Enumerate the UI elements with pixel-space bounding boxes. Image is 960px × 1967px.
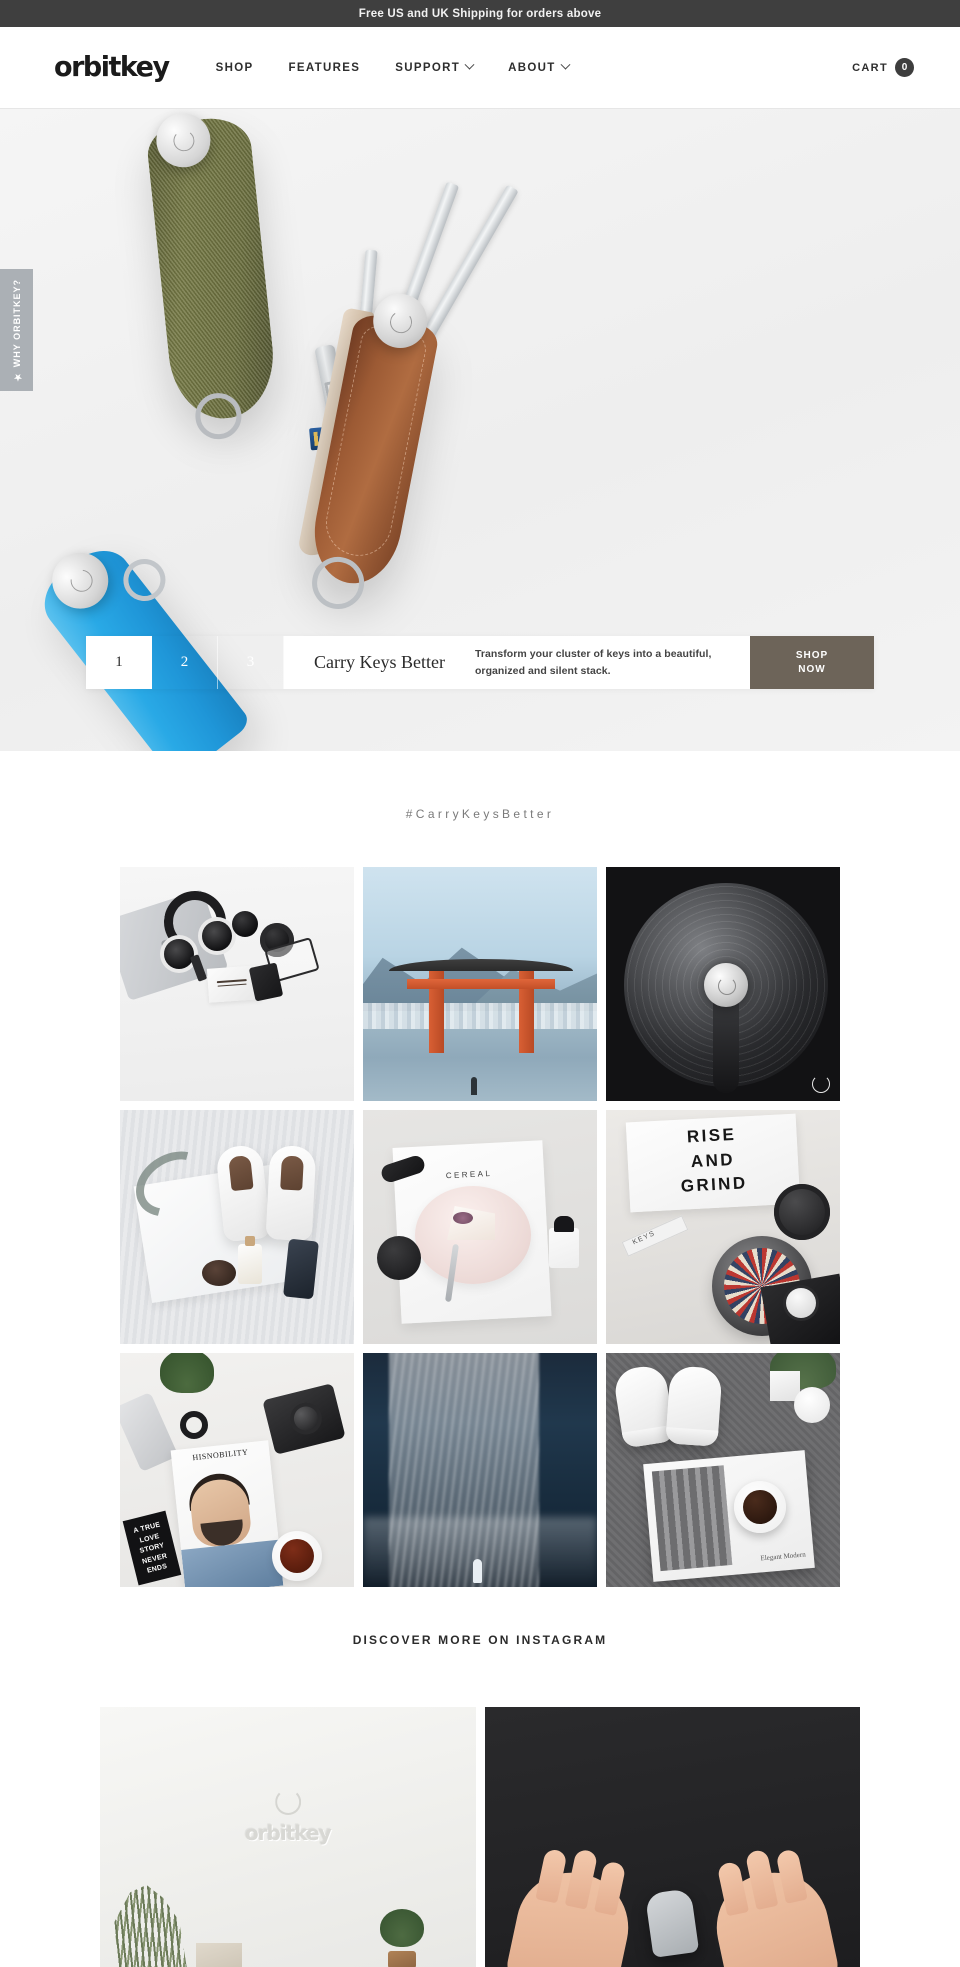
why-orbitkey-tab[interactable]: ★ WHY ORBITKEY? <box>0 269 33 391</box>
orbitkey-mark-icon <box>274 1789 301 1815</box>
nav-item-support[interactable]: SUPPORT <box>395 59 475 74</box>
product-in-hands <box>645 1888 700 1958</box>
photo-mens-magazine-flatlay: HISNOBILITY A TRUE LOVE STORY NEVER ENDS <box>120 1353 354 1587</box>
photo-torii-gate <box>363 867 597 1101</box>
magazine-masthead: HISNOBILITY <box>192 1447 249 1463</box>
hero-slider: ★ WHY ORBITKEY? 1 2 3 Carry Keys Better … <box>0 109 960 751</box>
bottom-feature-section: orbitkey <box>100 1707 860 1967</box>
announcement-bar: Free US and UK Shipping for orders above <box>0 0 960 27</box>
slider-pagination: 1 2 3 <box>86 636 284 689</box>
plant-grass <box>114 1885 188 1967</box>
bottom-panel-hands[interactable] <box>484 1707 860 1967</box>
nav-label-shop: SHOP <box>215 61 254 74</box>
plant-bonsai <box>376 1909 428 1967</box>
announcement-text: Free US and UK Shipping for orders above <box>358 7 602 20</box>
nav-item-features[interactable]: FEATURES <box>289 62 361 74</box>
nav-label-about: ABOUT <box>508 61 556 74</box>
shop-now-line-1: SHOP <box>795 650 829 661</box>
chevron-down-icon <box>560 59 571 70</box>
slide-number-1[interactable]: 1 <box>86 636 152 689</box>
wall-wordmark: orbitkey <box>244 1821 332 1845</box>
photo-waterfall <box>363 1353 597 1587</box>
wall-orbitkey-logo: orbitkey <box>244 1789 332 1845</box>
nav-label-features: FEATURES <box>288 61 361 74</box>
photo-cereal-magazine-cake: CEREAL <box>363 1110 597 1344</box>
bottom-panel-studio[interactable]: orbitkey <box>100 1707 476 1967</box>
instagram-post[interactable] <box>363 867 597 1101</box>
site-header: orbitkey SHOP FEATURES SUPPORT ABOUT CAR… <box>0 27 960 109</box>
chevron-down-icon <box>464 59 475 70</box>
slide-number-2[interactable]: 2 <box>152 636 218 689</box>
photo-rise-and-grind-lightbox: RISE AND GRIND <box>606 1110 840 1344</box>
instagram-post[interactable] <box>120 867 354 1101</box>
cart-button[interactable]: CART 0 <box>852 58 914 77</box>
photo-laptop-headphones-flatlay <box>120 867 354 1101</box>
shop-now-line-2: NOW <box>798 663 826 675</box>
instagram-post[interactable]: HISNOBILITY A TRUE LOVE STORY NEVER ENDS <box>120 1353 354 1587</box>
hero-caption-bar: 1 2 3 Carry Keys Better Transform your c… <box>86 636 874 689</box>
photo-sneakers-bed-flatlay <box>120 1110 354 1344</box>
instagram-post[interactable]: Elegant Modern <box>606 1353 840 1587</box>
nav-item-about[interactable]: ABOUT <box>508 59 571 74</box>
orbitkey-mark-icon <box>812 1075 830 1093</box>
photo-sneakers-coffee-book: Elegant Modern <box>606 1353 840 1587</box>
cart-label: CART <box>852 61 888 74</box>
slide-caption: Carry Keys Better Transform your cluster… <box>284 636 750 689</box>
instagram-post[interactable] <box>606 867 840 1101</box>
instagram-post[interactable]: RISE AND GRIND <box>606 1110 840 1344</box>
decor-box <box>196 1943 242 1967</box>
instagram-post[interactable] <box>120 1110 354 1344</box>
nav-item-shop[interactable]: SHOP <box>216 62 254 74</box>
shop-now-button[interactable]: SHOP NOW <box>750 636 874 689</box>
instagram-hashtag: #CarryKeysBetter <box>405 807 555 821</box>
instagram-post[interactable]: CEREAL <box>363 1110 597 1344</box>
main-navigation: SHOP FEATURES SUPPORT ABOUT <box>216 59 571 74</box>
nav-label-support: SUPPORT <box>395 61 461 74</box>
why-orbitkey-tab-label: ★ WHY ORBITKEY? <box>11 278 22 382</box>
photo-black-orbitkey-disc <box>606 867 840 1101</box>
instagram-section: #CarryKeysBetter CEREAL RISE AND GRIND K… <box>0 751 960 1707</box>
discover-more-instagram-link[interactable]: DISCOVER MORE ON INSTAGRAM <box>0 1587 960 1707</box>
instagram-post[interactable] <box>363 1353 597 1587</box>
cereal-magazine-title: CEREAL <box>445 1168 493 1181</box>
instagram-grid: CEREAL RISE AND GRIND KEYS HISNOBILITY A… <box>120 867 840 1587</box>
orbitkey-logo[interactable]: orbitkey <box>54 54 170 82</box>
hand-right <box>706 1848 842 1967</box>
cart-count-badge: 0 <box>895 58 914 77</box>
slide-title: Carry Keys Better <box>314 652 445 672</box>
black-card-text: A TRUE LOVE STORY NEVER ENDS <box>122 1510 182 1586</box>
slide-subtitle: Transform your cluster of keys into a be… <box>474 648 712 677</box>
slide-number-3[interactable]: 3 <box>218 636 284 689</box>
hand-left <box>503 1847 638 1967</box>
book-caption: Elegant Modern <box>760 1550 806 1563</box>
